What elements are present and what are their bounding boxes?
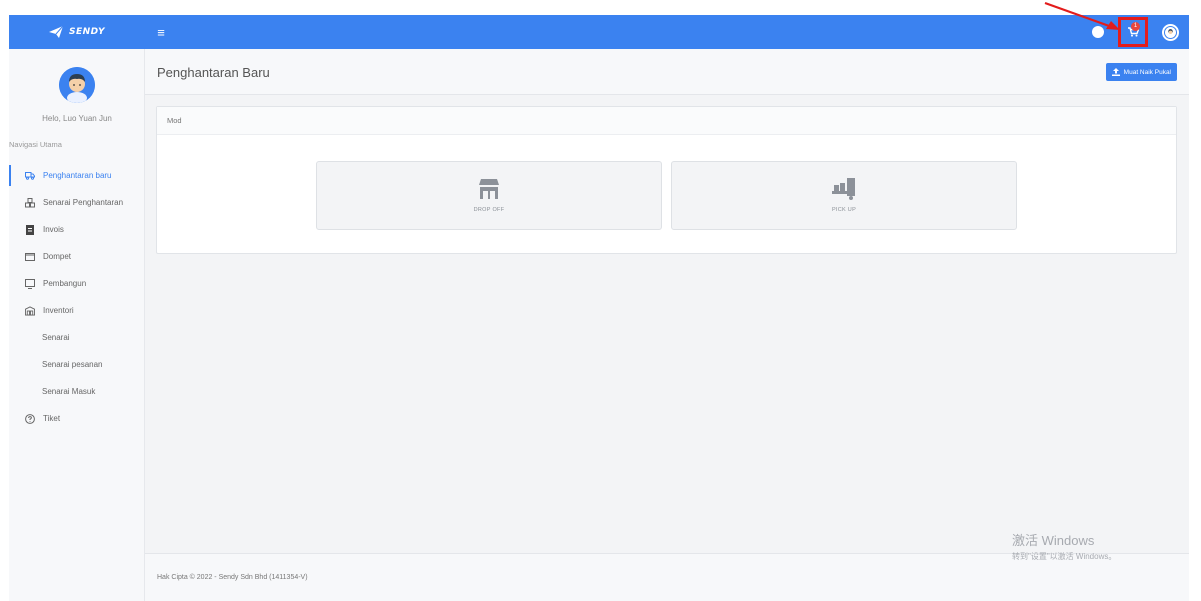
bulk-upload-button[interactable]: Muat Naik Pukal	[1105, 63, 1177, 81]
sidebar-item-label: Invois	[43, 225, 64, 234]
user-face-icon	[1165, 26, 1176, 38]
sidebar-item-inventori[interactable]: Inventori	[9, 297, 145, 324]
monitor-icon	[25, 278, 35, 289]
watermark-line-2: 转到"设置"以激活 Windows。	[1012, 552, 1117, 561]
sidebar-item-senarai[interactable]: Senarai	[9, 324, 145, 351]
sidebar-nav: Penghantaran baru Senarai Penghantaran I…	[9, 162, 145, 432]
sidebar-item-label: Penghantaran baru	[43, 171, 112, 180]
cart-count-badge: 1	[1131, 22, 1140, 31]
user-avatar-icon[interactable]	[1162, 23, 1179, 41]
help-circle-icon	[25, 413, 35, 424]
sidebar-item-dompet[interactable]: Dompet	[9, 243, 145, 270]
user-face-icon	[59, 67, 95, 103]
main-content: Penghantaran Baru Muat Naik Pukal Mod DR…	[145, 49, 1189, 601]
nav-heading: Navigasi Utama	[9, 140, 62, 149]
warehouse-icon	[25, 305, 35, 316]
hamburger-menu-icon[interactable]: ≡	[153, 26, 169, 39]
wallet-icon	[25, 252, 35, 262]
sidebar-item-label: Pembangun	[43, 279, 87, 288]
app-window: SENDY ≡ 1 Helo, Luo Yuan Jun Navigasi Ut…	[0, 0, 1201, 601]
upload-icon	[1111, 68, 1120, 76]
globe-icon[interactable]	[1092, 26, 1104, 38]
pick-up-option[interactable]: PICK UP	[671, 161, 1017, 230]
sidebar-item-label: Senarai Masuk	[42, 387, 96, 396]
drop-off-option[interactable]: DROP OFF	[316, 161, 662, 230]
cart-button[interactable]: 1	[1118, 17, 1148, 47]
windows-activation-watermark: 激活 Windows 转到"设置"以激活 Windows。	[1012, 530, 1116, 562]
sidebar-item-label: Tiket	[43, 414, 61, 423]
user-greeting: Helo, Luo Yuan Jun	[42, 114, 112, 123]
invoice-icon	[25, 224, 35, 235]
sidebar: Helo, Luo Yuan Jun Navigasi Utama Pengha…	[9, 49, 145, 601]
sidebar-item-invois[interactable]: Invois	[9, 216, 145, 243]
hand-truck-icon	[832, 178, 855, 200]
card-header: Mod	[157, 107, 1176, 135]
bulk-upload-label: Muat Naik Pukal	[1123, 68, 1171, 76]
page-title: Penghantaran Baru	[157, 65, 270, 80]
sidebar-item-label: Senarai pesanan	[42, 360, 103, 369]
sidebar-item-senarai-pesanan[interactable]: Senarai pesanan	[9, 351, 145, 378]
paper-plane-icon	[49, 26, 64, 38]
copyright-text: Hak Cipta © 2022 - Sendy Sdn Bhd (141135…	[157, 574, 308, 581]
truck-icon	[25, 171, 35, 181]
brand-name: SENDY	[69, 27, 105, 37]
sidebar-item-senarai-masuk[interactable]: Senarai Masuk	[9, 378, 145, 405]
mode-card: Mod DROP OFF PICK UP	[156, 106, 1177, 254]
watermark-line-1: 激活 Windows	[1012, 533, 1095, 548]
store-icon	[479, 179, 499, 199]
sidebar-item-penghantaran-baru[interactable]: Penghantaran baru	[9, 162, 145, 189]
page-header: Penghantaran Baru Muat Naik Pukal	[145, 49, 1189, 95]
sidebar-item-pembangun[interactable]: Pembangun	[9, 270, 145, 297]
sidebar-item-label: Senarai Penghantaran	[43, 198, 124, 207]
sidebar-item-senarai-penghantaran[interactable]: Senarai Penghantaran	[9, 189, 145, 216]
pick-up-label: PICK UP	[831, 207, 857, 213]
sidebar-item-label: Dompet	[43, 252, 72, 261]
topbar-actions: 1	[1092, 15, 1179, 49]
profile-avatar[interactable]	[59, 67, 95, 103]
top-navbar: SENDY ≡ 1	[9, 15, 1189, 49]
sidebar-item-label: Inventori	[43, 306, 74, 315]
boxes-icon	[25, 197, 35, 208]
drop-off-label: DROP OFF	[473, 207, 505, 213]
brand-logo[interactable]: SENDY	[9, 15, 145, 49]
sidebar-item-label: Senarai	[42, 333, 70, 342]
sidebar-item-tiket[interactable]: Tiket	[9, 405, 145, 432]
